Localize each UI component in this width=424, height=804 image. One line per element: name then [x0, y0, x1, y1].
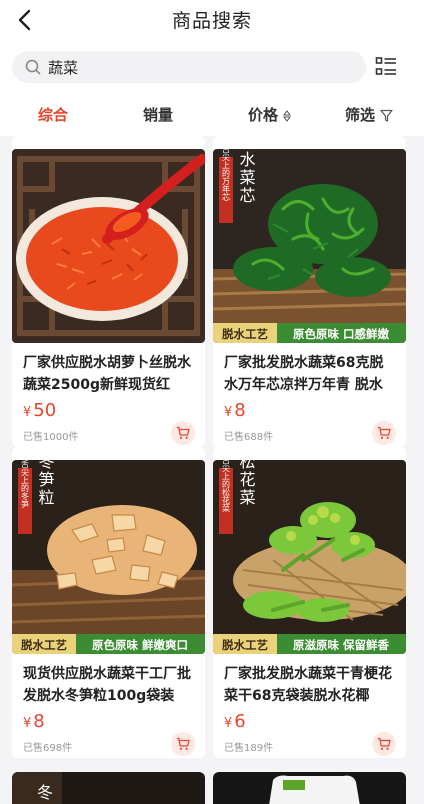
page-title: 商品搜索 — [171, 10, 252, 32]
cart-icon — [176, 426, 190, 439]
product-price: ¥6 — [224, 711, 246, 732]
top-bar: 商品搜索 — [0, 0, 424, 42]
tab-price[interactable]: 价格 — [248, 104, 292, 125]
image-title: 冬 — [37, 783, 53, 802]
tab-label: 价格 — [248, 106, 279, 124]
tab-label: 筛选 — [345, 106, 376, 124]
image-tag: 舌尖上的松花菜 — [222, 460, 231, 513]
cart-icon — [176, 737, 190, 750]
image-banner-right: 原色原味 口感鲜嫩 — [293, 327, 390, 341]
image-banner-left: 脱水工艺 — [21, 638, 67, 652]
tab-label: 销量 — [143, 106, 174, 124]
product-image — [12, 149, 205, 343]
bamboo-shoot-image: 舌尖上的冬笋 冬笋粒 脱水工艺 原色原味 鲜嫩爽口 — [12, 460, 205, 654]
tab-comprehensive[interactable]: 综合 — [38, 104, 68, 125]
product-card[interactable] — [213, 772, 406, 804]
image-banner-left: 脱水工艺 — [222, 638, 268, 652]
add-to-cart-button[interactable] — [171, 732, 195, 756]
image-banner-right: 原色原味 鲜嫩爽口 — [92, 638, 188, 652]
image-banner-left: 脱水工艺 — [222, 327, 268, 341]
add-to-cart-button[interactable] — [171, 421, 195, 445]
add-to-cart-button[interactable] — [372, 421, 396, 445]
search-input[interactable] — [48, 55, 348, 79]
product-price: ¥50 — [23, 400, 57, 421]
product-card[interactable]: 冬 — [12, 772, 205, 804]
image-title: 松花菜 — [237, 460, 256, 507]
product-name: 厂家批发脱水蔬菜68克脱水万年芯凉拌万年青 脱水袋… — [224, 355, 384, 393]
product-price: ¥8 — [224, 400, 246, 421]
cart-icon — [377, 426, 391, 439]
sold-count: 已售688件 — [224, 432, 274, 443]
search-icon — [25, 59, 41, 75]
image-banner-right: 原滋原味 保留鲜香 — [293, 638, 390, 652]
search-row — [0, 42, 424, 90]
carrot-shreds-image — [12, 149, 205, 343]
product-price: ¥8 — [23, 711, 45, 732]
sort-bar: 综合 销量 价格 筛选 — [0, 90, 424, 136]
product-card[interactable]: 舌尖上的松花菜 松花菜 脱水工艺 原滋原味 保留鲜香 厂家批发脱水蔬菜干青梗花菜… — [213, 447, 406, 758]
product-image: 冬 — [12, 772, 205, 804]
tab-label: 综合 — [38, 106, 69, 124]
sold-count: 已售1000件 — [23, 432, 79, 443]
sold-count: 已售189件 — [224, 743, 274, 754]
product-image: 舌尖上的万年芯 脱水菜芯 脱水工艺 原色原味 口感鲜嫩 — [213, 149, 406, 343]
product-name: 厂家批发脱水蔬菜干青梗花菜干68克袋装脱水花椰菜… — [224, 666, 392, 704]
product-name: 现货供应脱水蔬菜干工厂批发脱水冬笋粒100g袋装脆… — [23, 666, 191, 704]
sort-arrows-icon — [283, 109, 292, 122]
product-card[interactable]: 舌尖上的万年芯 脱水菜芯 脱水工艺 原色原味 口感鲜嫩 厂家批发脱水蔬菜68克脱… — [213, 136, 406, 447]
product-image: 舌尖上的松花菜 松花菜 脱水工艺 原滋原味 保留鲜香 — [213, 460, 406, 654]
product-card[interactable]: 舌尖上的冬笋 冬笋粒 脱水工艺 原色原味 鲜嫩爽口 现货供应脱水蔬菜干工厂批发脱… — [12, 447, 205, 758]
product-card[interactable]: 厂家供应脱水胡萝卜丝脱水蔬菜2500g新鲜现货红胡… ¥50 已售1000件 — [12, 136, 205, 447]
list-layout-icon[interactable] — [375, 56, 397, 78]
dried-cauliflower-image: 舌尖上的松花菜 松花菜 脱水工艺 原滋原味 保留鲜香 — [213, 460, 406, 654]
filter-icon — [380, 109, 393, 122]
add-to-cart-button[interactable] — [372, 732, 396, 756]
image-tag: 舌尖上的冬笋 — [21, 460, 30, 509]
tab-filter[interactable]: 筛选 — [345, 104, 393, 125]
tab-sales[interactable]: 销量 — [143, 104, 173, 125]
dried-greens-image: 舌尖上的万年芯 脱水菜芯 脱水工艺 原色原味 口感鲜嫩 — [213, 149, 406, 343]
product-image — [213, 772, 406, 804]
search-box[interactable] — [12, 51, 366, 83]
image-title: 脱水菜芯 — [237, 149, 256, 205]
cart-icon — [377, 737, 391, 750]
image-title: 冬笋粒 — [36, 460, 55, 507]
product-name: 厂家供应脱水胡萝卜丝脱水蔬菜2500g新鲜现货红胡… — [23, 355, 191, 393]
sold-count: 已售698件 — [23, 743, 73, 754]
image-tag: 舌尖上的万年芯 — [222, 149, 231, 201]
product-image: 舌尖上的冬笋 冬笋粒 脱水工艺 原色原味 鲜嫩爽口 — [12, 460, 205, 654]
